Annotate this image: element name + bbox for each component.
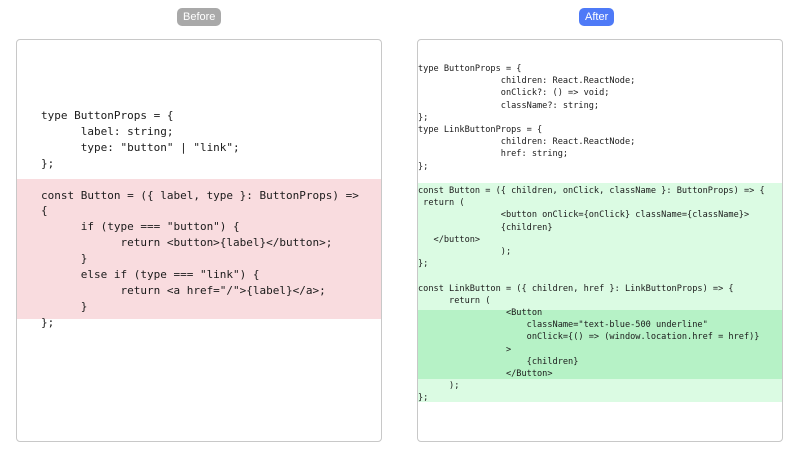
code-line: type: "button" | "link"; xyxy=(41,140,240,154)
code-line: children: React.ReactNode; xyxy=(418,76,636,87)
before-code-block: type ButtonProps = { label: string; type… xyxy=(41,108,381,331)
before-label: Before xyxy=(177,8,222,26)
code-line: </button> xyxy=(418,234,481,245)
code-line: children: React.ReactNode; xyxy=(418,137,636,148)
code-line: { xyxy=(41,204,48,218)
after-code-block: type ButtonProps = { children: React.Rea… xyxy=(418,63,782,405)
code-line: type LinkButtonProps = { xyxy=(418,125,543,136)
code-line: return <a href="/">{label}</a>; xyxy=(41,283,326,297)
code-line: </Button> xyxy=(418,369,553,380)
code-line: }; xyxy=(418,393,429,404)
code-line: onClick?: () => void; xyxy=(418,88,610,99)
code-line: return <button>{label}</button>; xyxy=(41,236,333,250)
code-line: return ( xyxy=(418,198,465,209)
code-line: type ButtonProps = { xyxy=(418,64,522,74)
code-line: href: string; xyxy=(418,149,569,160)
after-label: After xyxy=(579,8,615,26)
code-line: ); xyxy=(418,381,460,392)
code-line: const LinkButton = ({ children, href }: … xyxy=(418,283,734,294)
code-line: <Button xyxy=(418,308,543,319)
before-code-panel: type ButtonProps = { label: string; type… xyxy=(16,39,382,442)
code-line: } xyxy=(41,299,88,313)
code-line: className="text-blue-500 underline" xyxy=(418,320,708,331)
code-line: onClick={() => (window.location.href = h… xyxy=(418,332,760,343)
code-line: {children} xyxy=(418,222,553,233)
code-line: }; xyxy=(418,112,429,123)
code-line: }; xyxy=(418,259,429,270)
code-line: const Button = ({ children, onClick, cla… xyxy=(418,186,765,197)
code-line: > xyxy=(418,344,512,355)
code-line: type ButtonProps = { xyxy=(41,109,174,122)
code-line: const Button = ({ label, type }: ButtonP… xyxy=(41,188,359,202)
code-line: {children} xyxy=(418,356,579,367)
code-line: }; xyxy=(41,315,55,329)
code-line: }; xyxy=(418,161,429,172)
code-line: label: string; xyxy=(41,124,174,138)
code-line: } xyxy=(41,252,88,266)
code-line: ); xyxy=(418,247,512,258)
code-line: className?: string; xyxy=(418,100,600,111)
code-line: if (type === "button") { xyxy=(41,220,240,234)
code-line: else if (type === "link") { xyxy=(41,268,260,282)
code-line: }; xyxy=(41,156,55,170)
code-line: return ( xyxy=(418,295,491,306)
after-code-panel: type ButtonProps = { children: React.Rea… xyxy=(417,39,783,442)
code-line: <button onClick={onClick} className={cla… xyxy=(418,210,750,221)
